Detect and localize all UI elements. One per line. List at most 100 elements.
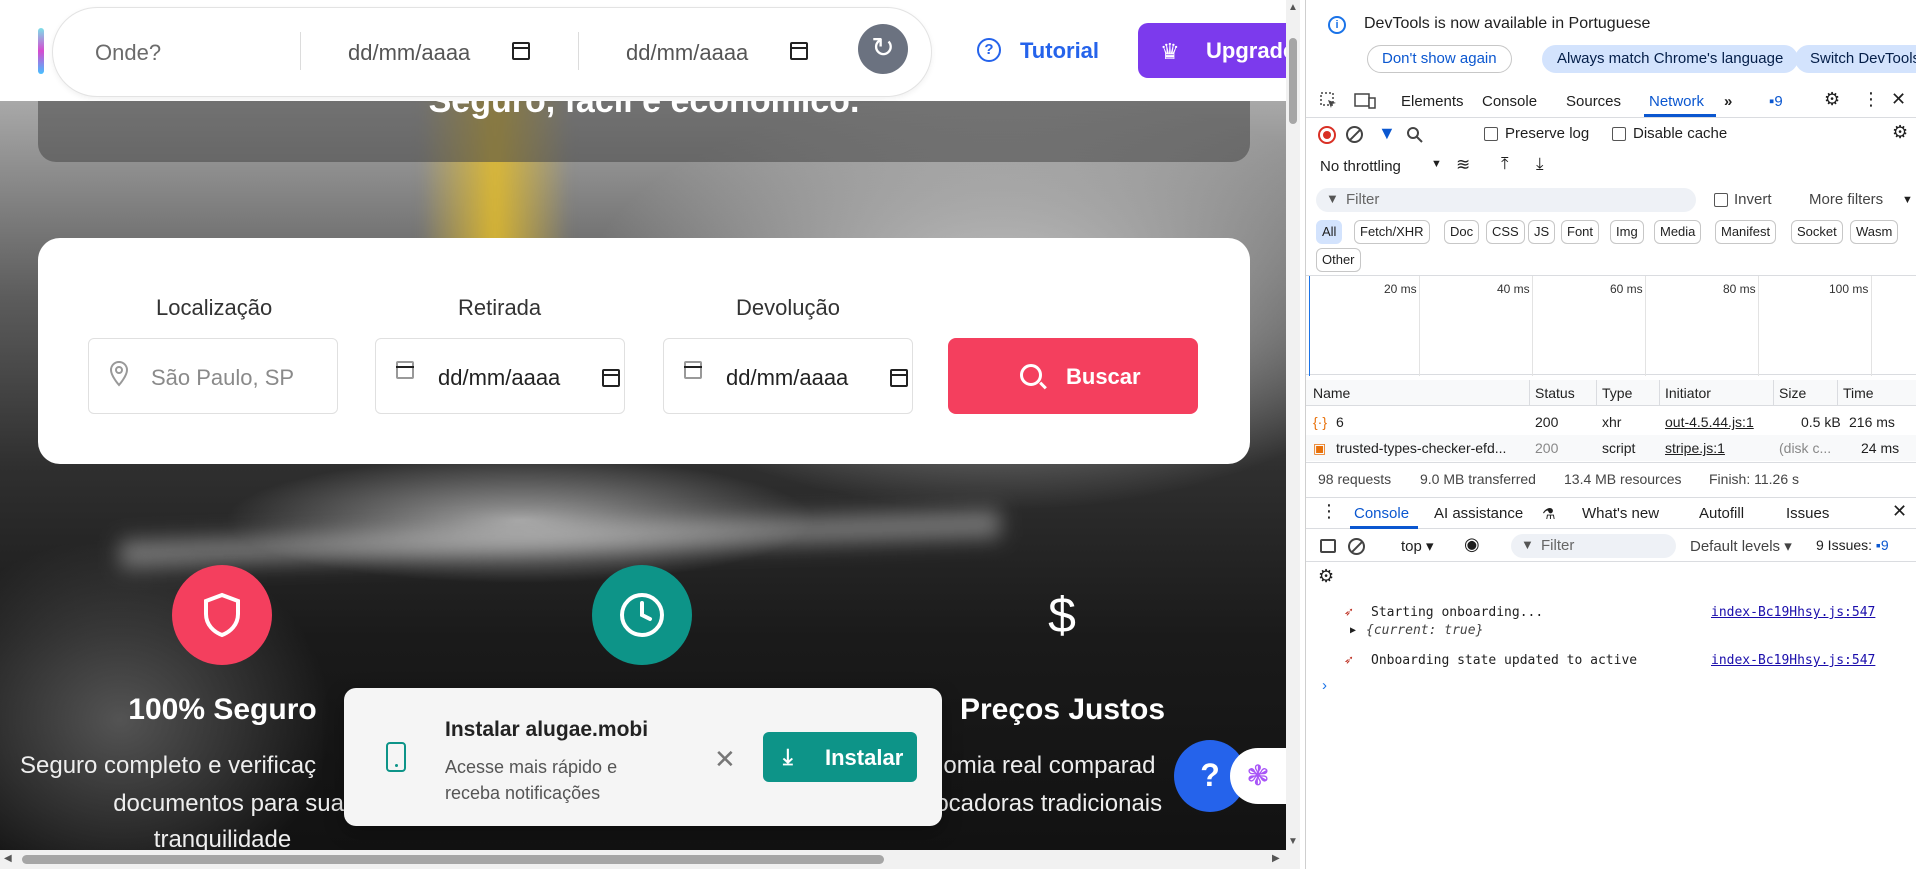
invert-checkbox[interactable] — [1714, 193, 1728, 207]
network-filter-input[interactable]: ▼ Filter — [1316, 188, 1696, 212]
more-filters-button[interactable]: More filters — [1809, 191, 1883, 208]
console-filter-input[interactable]: ▼ Filter — [1511, 534, 1676, 558]
help-circle-icon[interactable]: ? — [977, 38, 1001, 62]
console-settings-gear-icon[interactable]: ⚙ — [1318, 566, 1334, 587]
calendar-icon[interactable] — [790, 42, 808, 60]
refresh-button[interactable]: ↻ — [858, 24, 908, 74]
filter-chip-wasm[interactable]: Wasm — [1850, 220, 1899, 244]
log-object[interactable]: {current: true} — [1366, 623, 1483, 638]
drawer-tab-autofill[interactable]: Autofill — [1699, 505, 1744, 522]
scroll-right-arrow[interactable]: ▶ — [1272, 853, 1280, 864]
throttling-dropdown-icon[interactable]: ▼ — [1431, 158, 1442, 170]
console-prompt-chevron-icon[interactable]: › — [1322, 677, 1327, 694]
search-button[interactable]: Buscar — [948, 338, 1198, 414]
pickup-date-input[interactable]: dd/mm/aaaa — [375, 338, 625, 414]
tab-sources[interactable]: Sources — [1566, 93, 1621, 110]
log-source-link[interactable]: index-Bc19Hhsy.js:547 — [1711, 653, 1875, 668]
filter-chip-fetch[interactable]: Fetch/XHR — [1354, 220, 1430, 244]
throttling-select[interactable]: No throttling — [1320, 158, 1401, 175]
return-date-input[interactable]: dd/mm/aaaa — [663, 338, 913, 414]
issues-count[interactable]: ▪9 — [1769, 93, 1783, 110]
eye-icon[interactable]: ◉ — [1464, 534, 1480, 555]
drawer-tab-console[interactable]: Console — [1354, 505, 1409, 522]
dont-show-again-button[interactable]: Don't show again — [1367, 45, 1512, 73]
drawer-tab-issues[interactable]: Issues — [1786, 505, 1829, 522]
log-source-link[interactable]: index-Bc19Hhsy.js:547 — [1711, 605, 1875, 620]
calendar-picker-icon[interactable] — [602, 369, 620, 387]
scroll-left-arrow[interactable]: ◀ — [4, 853, 12, 864]
match-language-button[interactable]: Always match Chrome's language — [1542, 45, 1799, 73]
sidebar-toggle-icon[interactable] — [1320, 539, 1336, 553]
scroll-down-arrow[interactable]: ▼ — [1288, 836, 1298, 847]
request-initiator[interactable]: out-4.5.44.js:1 — [1665, 414, 1754, 430]
filter-chip-media[interactable]: Media — [1654, 220, 1702, 244]
expand-triangle-icon[interactable]: ▶ — [1350, 625, 1356, 636]
filter-chip-css[interactable]: CSS — [1486, 220, 1525, 244]
disable-cache-checkbox[interactable] — [1612, 127, 1626, 141]
drawer-tab-whats-new[interactable]: What's new — [1582, 505, 1659, 522]
inspect-icon[interactable] — [1320, 92, 1338, 110]
location-input[interactable]: São Paulo, SP — [88, 338, 338, 414]
upload-icon[interactable]: ⤒ — [1501, 154, 1509, 174]
tutorial-link[interactable]: Tutorial — [1020, 38, 1099, 64]
network-settings-gear-icon[interactable]: ⚙ — [1892, 122, 1908, 143]
levels-select[interactable]: Default levels ▾ — [1690, 537, 1792, 555]
column-header-type[interactable]: Type — [1602, 385, 1632, 401]
more-tabs-chevron-icon[interactable]: » — [1724, 93, 1732, 110]
drawer-menu-icon[interactable]: ⋮ — [1320, 501, 1338, 522]
close-icon[interactable]: ✕ — [714, 744, 736, 775]
scroll-up-arrow[interactable]: ▲ — [1288, 2, 1298, 13]
page-vertical-scrollbar[interactable]: ▲ ▼ — [1286, 0, 1300, 850]
download-icon[interactable]: ⤓ — [1536, 154, 1544, 174]
filter-chip-manifest[interactable]: Manifest — [1715, 220, 1777, 244]
preserve-log-checkbox[interactable] — [1484, 127, 1498, 141]
column-header-status[interactable]: Status — [1535, 385, 1575, 401]
record-icon[interactable] — [1318, 126, 1336, 144]
column-header-name[interactable]: Name — [1313, 385, 1350, 401]
table-row[interactable]: ▣ trusted-types-checker-efd... 200 scrip… — [1306, 435, 1916, 461]
search-icon[interactable] — [1406, 126, 1424, 144]
context-select[interactable]: top ▾ — [1401, 537, 1434, 555]
more-options-icon[interactable]: ⋮ — [1862, 89, 1880, 110]
tab-elements[interactable]: Elements — [1401, 93, 1464, 110]
calendar-icon[interactable] — [512, 42, 530, 60]
scrollbar-thumb[interactable] — [1289, 38, 1297, 124]
calendar-picker-icon[interactable] — [890, 369, 908, 387]
tab-network[interactable]: Network — [1649, 93, 1704, 110]
page-horizontal-scrollbar[interactable]: ◀ ▶ — [0, 850, 1300, 869]
scrollbar-thumb[interactable] — [22, 855, 884, 864]
wifi-conditions-icon[interactable]: ≋ — [1456, 155, 1470, 175]
network-timeline[interactable]: 20 ms 40 ms 60 ms 80 ms 100 ms — [1306, 275, 1916, 376]
filter-chip-img[interactable]: Img — [1610, 220, 1644, 244]
close-drawer-icon[interactable]: ✕ — [1892, 501, 1907, 522]
filter-chip-js[interactable]: JS — [1528, 220, 1556, 244]
nav-date-start[interactable]: dd/mm/aaaa — [348, 40, 470, 66]
issues-counter[interactable]: 9 Issues: ▪9 — [1816, 537, 1889, 553]
filter-funnel-icon[interactable]: ▼ — [1378, 123, 1396, 144]
table-row[interactable]: {·} 6 200 xhr out-4.5.44.js:1 0.5 kB 216… — [1306, 409, 1916, 435]
nav-date-end[interactable]: dd/mm/aaaa — [626, 40, 748, 66]
clear-console-icon[interactable] — [1348, 538, 1365, 555]
filter-chip-socket[interactable]: Socket — [1791, 220, 1843, 244]
upgrade-button[interactable]: ♛ Upgrade — [1138, 23, 1286, 78]
clear-icon[interactable] — [1346, 126, 1363, 143]
filter-chip-other[interactable]: Other — [1316, 248, 1361, 272]
close-devtools-icon[interactable]: ✕ — [1891, 89, 1906, 110]
column-header-time[interactable]: Time — [1843, 385, 1874, 401]
filter-chip-all[interactable]: All — [1316, 220, 1343, 244]
settings-gear-icon[interactable]: ⚙ — [1824, 89, 1840, 110]
filter-chip-doc[interactable]: Doc — [1444, 220, 1480, 244]
column-header-initiator[interactable]: Initiator — [1665, 385, 1711, 401]
switch-devtools-button[interactable]: Switch DevTools — [1795, 45, 1916, 73]
install-button[interactable]: ⤓ Instalar — [763, 732, 917, 782]
chevron-down-icon[interactable]: ▼ — [1902, 194, 1913, 206]
ai-brain-button[interactable]: ❃ — [1230, 748, 1286, 804]
tab-console[interactable]: Console — [1482, 93, 1537, 110]
column-header-size[interactable]: Size — [1779, 385, 1806, 401]
drawer-tab-ai-assistance[interactable]: AI assistance — [1434, 505, 1523, 522]
logo[interactable] — [38, 28, 44, 74]
device-toggle-icon[interactable] — [1354, 92, 1376, 110]
filter-chip-font[interactable]: Font — [1561, 220, 1600, 244]
nav-where-input[interactable]: Onde? — [95, 40, 161, 66]
request-initiator[interactable]: stripe.js:1 — [1665, 440, 1725, 456]
